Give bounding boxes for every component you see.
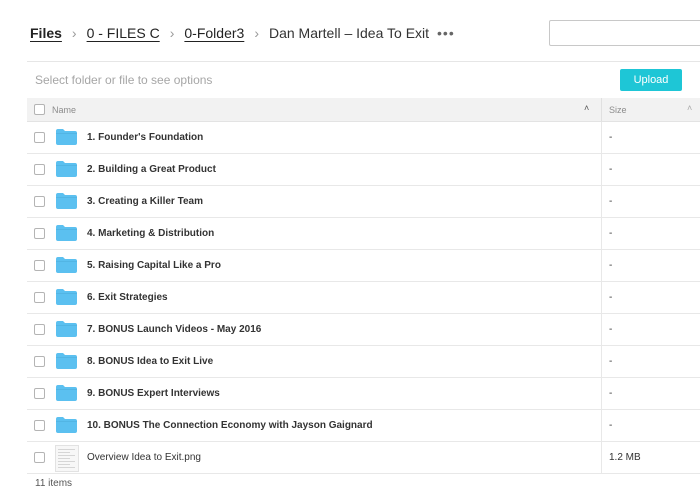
- folder-icon: [56, 193, 77, 209]
- folder-icon: [56, 129, 77, 145]
- folder-name[interactable]: 3. Creating a Killer Team: [87, 196, 203, 207]
- breadcrumb-files[interactable]: Files: [30, 25, 62, 41]
- table-row[interactable]: 9. BONUS Expert Interviews -: [27, 378, 700, 410]
- file-size: -: [609, 292, 613, 303]
- chevron-up-icon[interactable]: ˄: [687, 103, 692, 113]
- column-divider: [601, 250, 602, 281]
- table-row[interactable]: 3. Creating a Killer Team -: [27, 186, 700, 218]
- breadcrumb-separator: ›: [169, 25, 175, 41]
- folder-icon: [56, 353, 77, 369]
- table-row[interactable]: 6. Exit Strategies -: [27, 282, 700, 314]
- action-bar: Select folder or file to see options Upl…: [27, 61, 700, 99]
- row-checkbox[interactable]: [34, 164, 45, 175]
- table-row[interactable]: Overview Idea to Exit.png 1.2 MB: [27, 442, 700, 474]
- file-size: 1.2 MB: [609, 452, 641, 463]
- row-checkbox[interactable]: [34, 388, 45, 399]
- table-header: Name ˄ Size ˄: [27, 98, 700, 122]
- file-table: Name ˄ Size ˄ 1. Founder's Foundation -2.…: [27, 98, 700, 474]
- folder-icon: [56, 417, 77, 433]
- file-size: -: [609, 356, 613, 367]
- column-divider: [601, 98, 602, 121]
- breadcrumb-separator: ›: [71, 25, 77, 41]
- folder-name[interactable]: 2. Building a Great Product: [87, 164, 216, 175]
- folder-icon: [56, 225, 77, 241]
- more-options-icon[interactable]: •••: [437, 25, 455, 41]
- column-divider: [601, 410, 602, 441]
- file-size: -: [609, 324, 613, 335]
- table-row[interactable]: 8. BONUS Idea to Exit Live -: [27, 346, 700, 378]
- column-divider: [601, 122, 602, 153]
- table-row[interactable]: 5. Raising Capital Like a Pro -: [27, 250, 700, 282]
- file-size: -: [609, 260, 613, 271]
- table-row[interactable]: 7. BONUS Launch Videos - May 2016 -: [27, 314, 700, 346]
- row-checkbox[interactable]: [34, 292, 45, 303]
- column-divider: [601, 346, 602, 377]
- row-checkbox[interactable]: [34, 324, 45, 335]
- file-size: -: [609, 388, 613, 399]
- folder-name[interactable]: 6. Exit Strategies: [87, 292, 168, 303]
- column-divider: [601, 314, 602, 345]
- folder-icon: [56, 257, 77, 273]
- breadcrumb-item-files-c[interactable]: 0 - FILES C: [87, 25, 160, 41]
- table-row[interactable]: 1. Founder's Foundation -: [27, 122, 700, 154]
- upload-button[interactable]: Upload: [620, 69, 682, 91]
- file-size: -: [609, 196, 613, 207]
- folder-name[interactable]: 9. BONUS Expert Interviews: [87, 388, 220, 399]
- search-input[interactable]: [549, 20, 700, 46]
- column-divider: [601, 378, 602, 409]
- row-checkbox[interactable]: [34, 132, 45, 143]
- file-size: -: [609, 228, 613, 239]
- file-size: -: [609, 420, 613, 431]
- table-body: 1. Founder's Foundation -2. Building a Gr…: [27, 122, 700, 474]
- item-count: 11 items: [35, 478, 73, 489]
- column-divider: [601, 218, 602, 249]
- row-checkbox[interactable]: [34, 260, 45, 271]
- folder-name[interactable]: 10. BONUS The Connection Economy with Ja…: [87, 420, 373, 431]
- folder-name[interactable]: 7. BONUS Launch Videos - May 2016: [87, 324, 261, 335]
- breadcrumb: Files › 0 - FILES C › 0-Folder3 › Dan Ma…: [30, 22, 455, 44]
- column-header-size[interactable]: Size: [609, 105, 627, 115]
- folder-name[interactable]: 1. Founder's Foundation: [87, 132, 203, 143]
- action-hint: Select folder or file to see options: [35, 73, 213, 87]
- breadcrumb-separator: ›: [254, 25, 259, 41]
- column-divider: [601, 186, 602, 217]
- table-row[interactable]: 2. Building a Great Product -: [27, 154, 700, 186]
- folder-name[interactable]: 4. Marketing & Distribution: [87, 228, 214, 239]
- column-divider: [601, 282, 602, 313]
- file-name[interactable]: Overview Idea to Exit.png: [87, 452, 201, 463]
- folder-name[interactable]: 8. BONUS Idea to Exit Live: [87, 356, 213, 367]
- row-checkbox[interactable]: [34, 452, 45, 463]
- table-row[interactable]: 4. Marketing & Distribution -: [27, 218, 700, 250]
- image-file-icon: [55, 445, 79, 472]
- folder-icon: [56, 161, 77, 177]
- column-divider: [601, 154, 602, 185]
- row-checkbox[interactable]: [34, 196, 45, 207]
- column-header-name[interactable]: Name: [52, 105, 76, 115]
- select-all-checkbox[interactable]: [34, 104, 45, 115]
- folder-icon: [56, 289, 77, 305]
- row-checkbox[interactable]: [34, 356, 45, 367]
- breadcrumb-current: Dan Martell – Idea To Exit: [268, 25, 430, 41]
- folder-icon: [56, 385, 77, 401]
- file-size: -: [609, 164, 613, 175]
- row-checkbox[interactable]: [34, 228, 45, 239]
- chevron-up-icon[interactable]: ˄: [584, 103, 589, 113]
- column-divider: [601, 442, 602, 473]
- breadcrumb-item-folder3[interactable]: 0-Folder3: [184, 25, 244, 41]
- row-checkbox[interactable]: [34, 420, 45, 431]
- table-row[interactable]: 10. BONUS The Connection Economy with Ja…: [27, 410, 700, 442]
- folder-name[interactable]: 5. Raising Capital Like a Pro: [87, 260, 221, 271]
- file-size: -: [609, 132, 613, 143]
- folder-icon: [56, 321, 77, 337]
